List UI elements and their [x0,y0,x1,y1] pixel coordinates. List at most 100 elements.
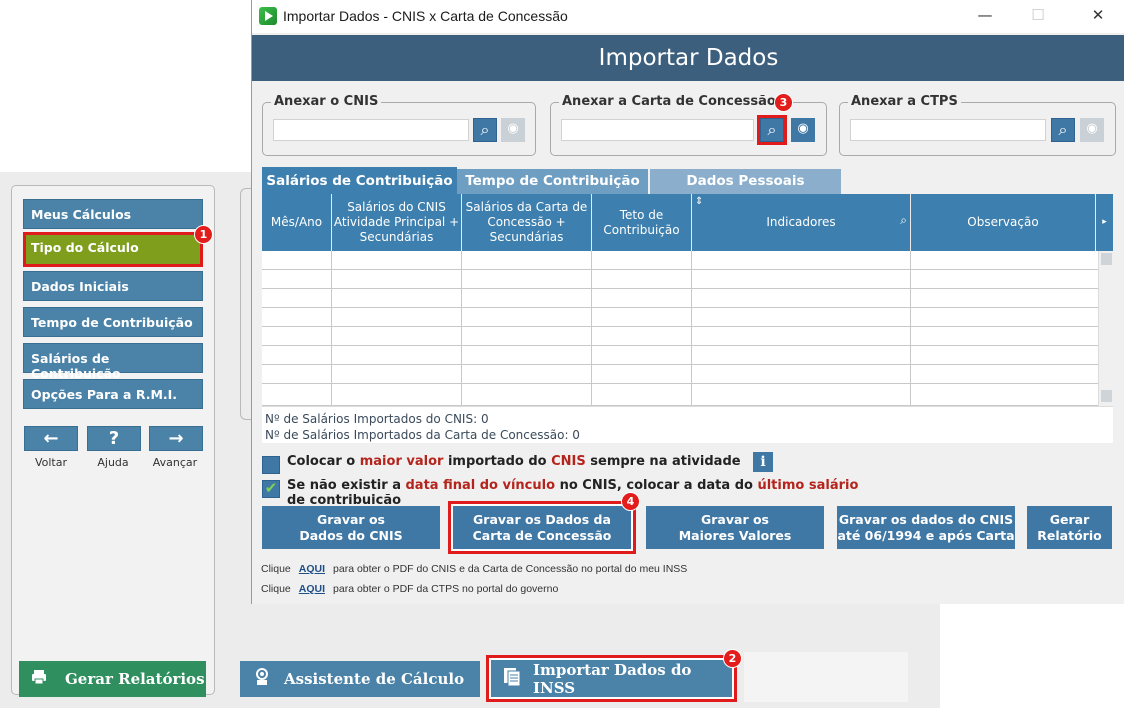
minimize-button[interactable]: — [965,4,1005,28]
ctps-search-button[interactable]: ⌕ [1051,118,1075,142]
sidebar-item-tipo-do-calculo[interactable]: Tipo do Cálculo [23,232,203,267]
table-row[interactable] [262,289,1098,308]
calculation-assistant-button[interactable]: Assistente de Cálculo [240,661,480,697]
sidebar-item-label: Dados Iniciais [31,279,129,294]
cnis-pdf-link[interactable]: AQUI [299,563,325,575]
button-line: Maiores Valores [678,527,792,543]
save-maiores-valores-button[interactable]: Gravar os Maiores Valores [646,506,824,549]
carta-search-button[interactable]: ⌕ [757,115,787,145]
cnis-search-button[interactable]: ⌕ [473,118,497,142]
eye-icon: ◉ [797,121,809,136]
cnis-view-button: ◉ [501,118,525,142]
grid-footer: Nº de Salários Importados do CNIS: 0 Nº … [262,406,1113,443]
dialog-header: Importar Dados [252,35,1124,81]
column-header-salarios-cnis[interactable]: Salários do CNIS Atividade Principal + S… [332,194,462,251]
save-cnis-button[interactable]: Gravar os Dados do CNIS [262,506,440,549]
arrow-right-icon: → [168,428,184,449]
ctps-file-input[interactable] [850,119,1046,141]
eye-icon: ◉ [1086,121,1098,136]
option-maior-valor-checkbox[interactable] [262,456,280,474]
back-label: Voltar [34,456,68,469]
option-text: no CNIS, colocar a data do [555,478,758,493]
save-carta-button[interactable]: Gravar os Dados da Carta de Concessão [448,501,636,554]
option-text: sempre na atividade [585,454,741,469]
sidebar-item-tempo-de-contribuicao[interactable]: Tempo de Contribuição [23,307,203,337]
cnis-import-count: Nº de Salários Importados do CNIS: 0 [265,412,489,426]
tab-tempo-de-contribuicao[interactable]: Tempo de Contribuição [457,169,648,195]
more-columns-icon[interactable]: ▸ [1096,194,1113,251]
step-badge-3: 3 [774,93,793,112]
help-label: Ajuda [97,456,129,469]
button-line: Gravar os [316,511,385,527]
button-line: Gerar [1049,511,1090,527]
option-maior-valor-label: Colocar o maior valor importado do CNIS … [287,454,747,470]
option-text-highlight: último salário [757,478,859,493]
generate-reports-label: Gerar Relatórios [65,670,205,688]
save-cnis-ate-1994-button[interactable]: Gravar os dados do CNIS até 06/1994 e apó… [837,506,1015,549]
tab-dados-pessoais[interactable]: Dados Pessoais [650,169,841,195]
back-button[interactable]: ← [24,426,78,451]
table-row[interactable] [262,346,1098,365]
desktop-background [940,603,1124,708]
question-icon: ? [108,428,120,449]
carta-import-count: Nº de Salários Importados da Carta de Co… [265,428,580,442]
button-line: até 06/1994 e após Carta [837,527,1015,543]
column-header-mes-ano[interactable]: Mês/Ano [262,194,332,251]
sidebar-item-opcoes-rmi[interactable]: Opções Para a R.M.I. [23,379,203,409]
option-text-highlight: principal [287,469,351,470]
option-text: de contribuição [287,493,402,504]
sidebar-item-dados-iniciais[interactable]: Dados Iniciais [23,271,203,301]
generate-report-button[interactable]: Gerar Relatório [1027,506,1112,549]
robot-icon [252,667,272,691]
footer-cnis-link-line: Clique AQUI para obter o PDF do CNIS e da … [261,563,687,575]
import-inss-data-button[interactable]: Importar Dados do INSS [486,655,737,702]
printer-icon [31,669,47,689]
grid-scrollbar[interactable] [1098,251,1113,406]
carta-view-button[interactable]: ◉ [791,118,815,142]
table-row[interactable] [262,270,1098,289]
carta-file-input[interactable] [561,119,754,141]
ctps-view-button: ◉ [1080,118,1104,142]
window-title: Importar Dados - CNIS x Carta de Concess… [283,8,568,24]
option-data-final-checkbox[interactable]: ✔ [262,480,280,498]
column-header-salarios-carta[interactable]: Salários da Carta de Concessão + Secundá… [462,194,592,251]
attach-ctps-group: Anexar a CTPS ⌕ ◉ [839,94,1116,156]
eye-icon: ◉ [507,121,519,136]
info-icon[interactable]: i [753,452,773,472]
generate-reports-button[interactable]: Gerar Relatórios [19,661,206,697]
table-row[interactable] [262,384,1098,406]
import-inss-data-label: Importar Dados do INSS [533,660,692,697]
table-row[interactable] [262,327,1098,346]
column-header-teto[interactable]: Teto de Contribuição [592,194,692,251]
tab-salarios-de-contribuicao[interactable]: Salários de Contribuição [262,167,457,195]
button-line: Gravar os dados do CNIS [838,511,1014,527]
close-button[interactable]: ✕ [1078,4,1118,28]
search-icon: ⌕ [767,120,777,139]
table-row[interactable] [262,308,1098,327]
scroll-down-arrow[interactable] [1101,390,1112,402]
button-line: Relatório [1037,527,1102,543]
column-header-indicadores[interactable]: Indicadores ⇕ ⌕ [692,194,911,251]
help-button[interactable]: ? [87,426,141,451]
salaries-grid: Mês/Ano Salários do CNIS Atividade Princ… [262,194,1113,443]
attach-ctps-label: Anexar a CTPS [848,94,961,109]
option-text-highlight: CNIS [551,454,586,469]
sidebar-item-meus-calculos[interactable]: Meus Cálculos [23,199,203,229]
step-badge-4: 4 [621,492,640,511]
table-row[interactable] [262,365,1098,384]
calculation-assistant-label: Assistente de Cálculo [284,670,465,688]
ctps-pdf-link[interactable]: AQUI [299,583,325,595]
grid-header: Mês/Ano Salários do CNIS Atividade Princ… [262,194,1113,251]
column-header-indicadores-label: Indicadores [766,215,836,229]
sidebar-item-label: Tipo do Cálculo [31,240,139,255]
search-icon: ⌕ [480,120,490,139]
cnis-file-input[interactable] [273,119,469,141]
button-line: Gravar os [701,511,769,527]
option-data-final-label: Se não existir a data final do vínculo n… [287,478,867,504]
scroll-up-arrow[interactable] [1101,253,1112,265]
forward-button[interactable]: → [149,426,203,451]
table-row[interactable] [262,251,1098,270]
column-header-observacao[interactable]: Observação [911,194,1096,251]
sidebar-item-salarios-de-contribuicao[interactable]: Salários de Contribuição [23,343,203,381]
sidebar-item-label: Tempo de Contribuição [31,315,193,330]
